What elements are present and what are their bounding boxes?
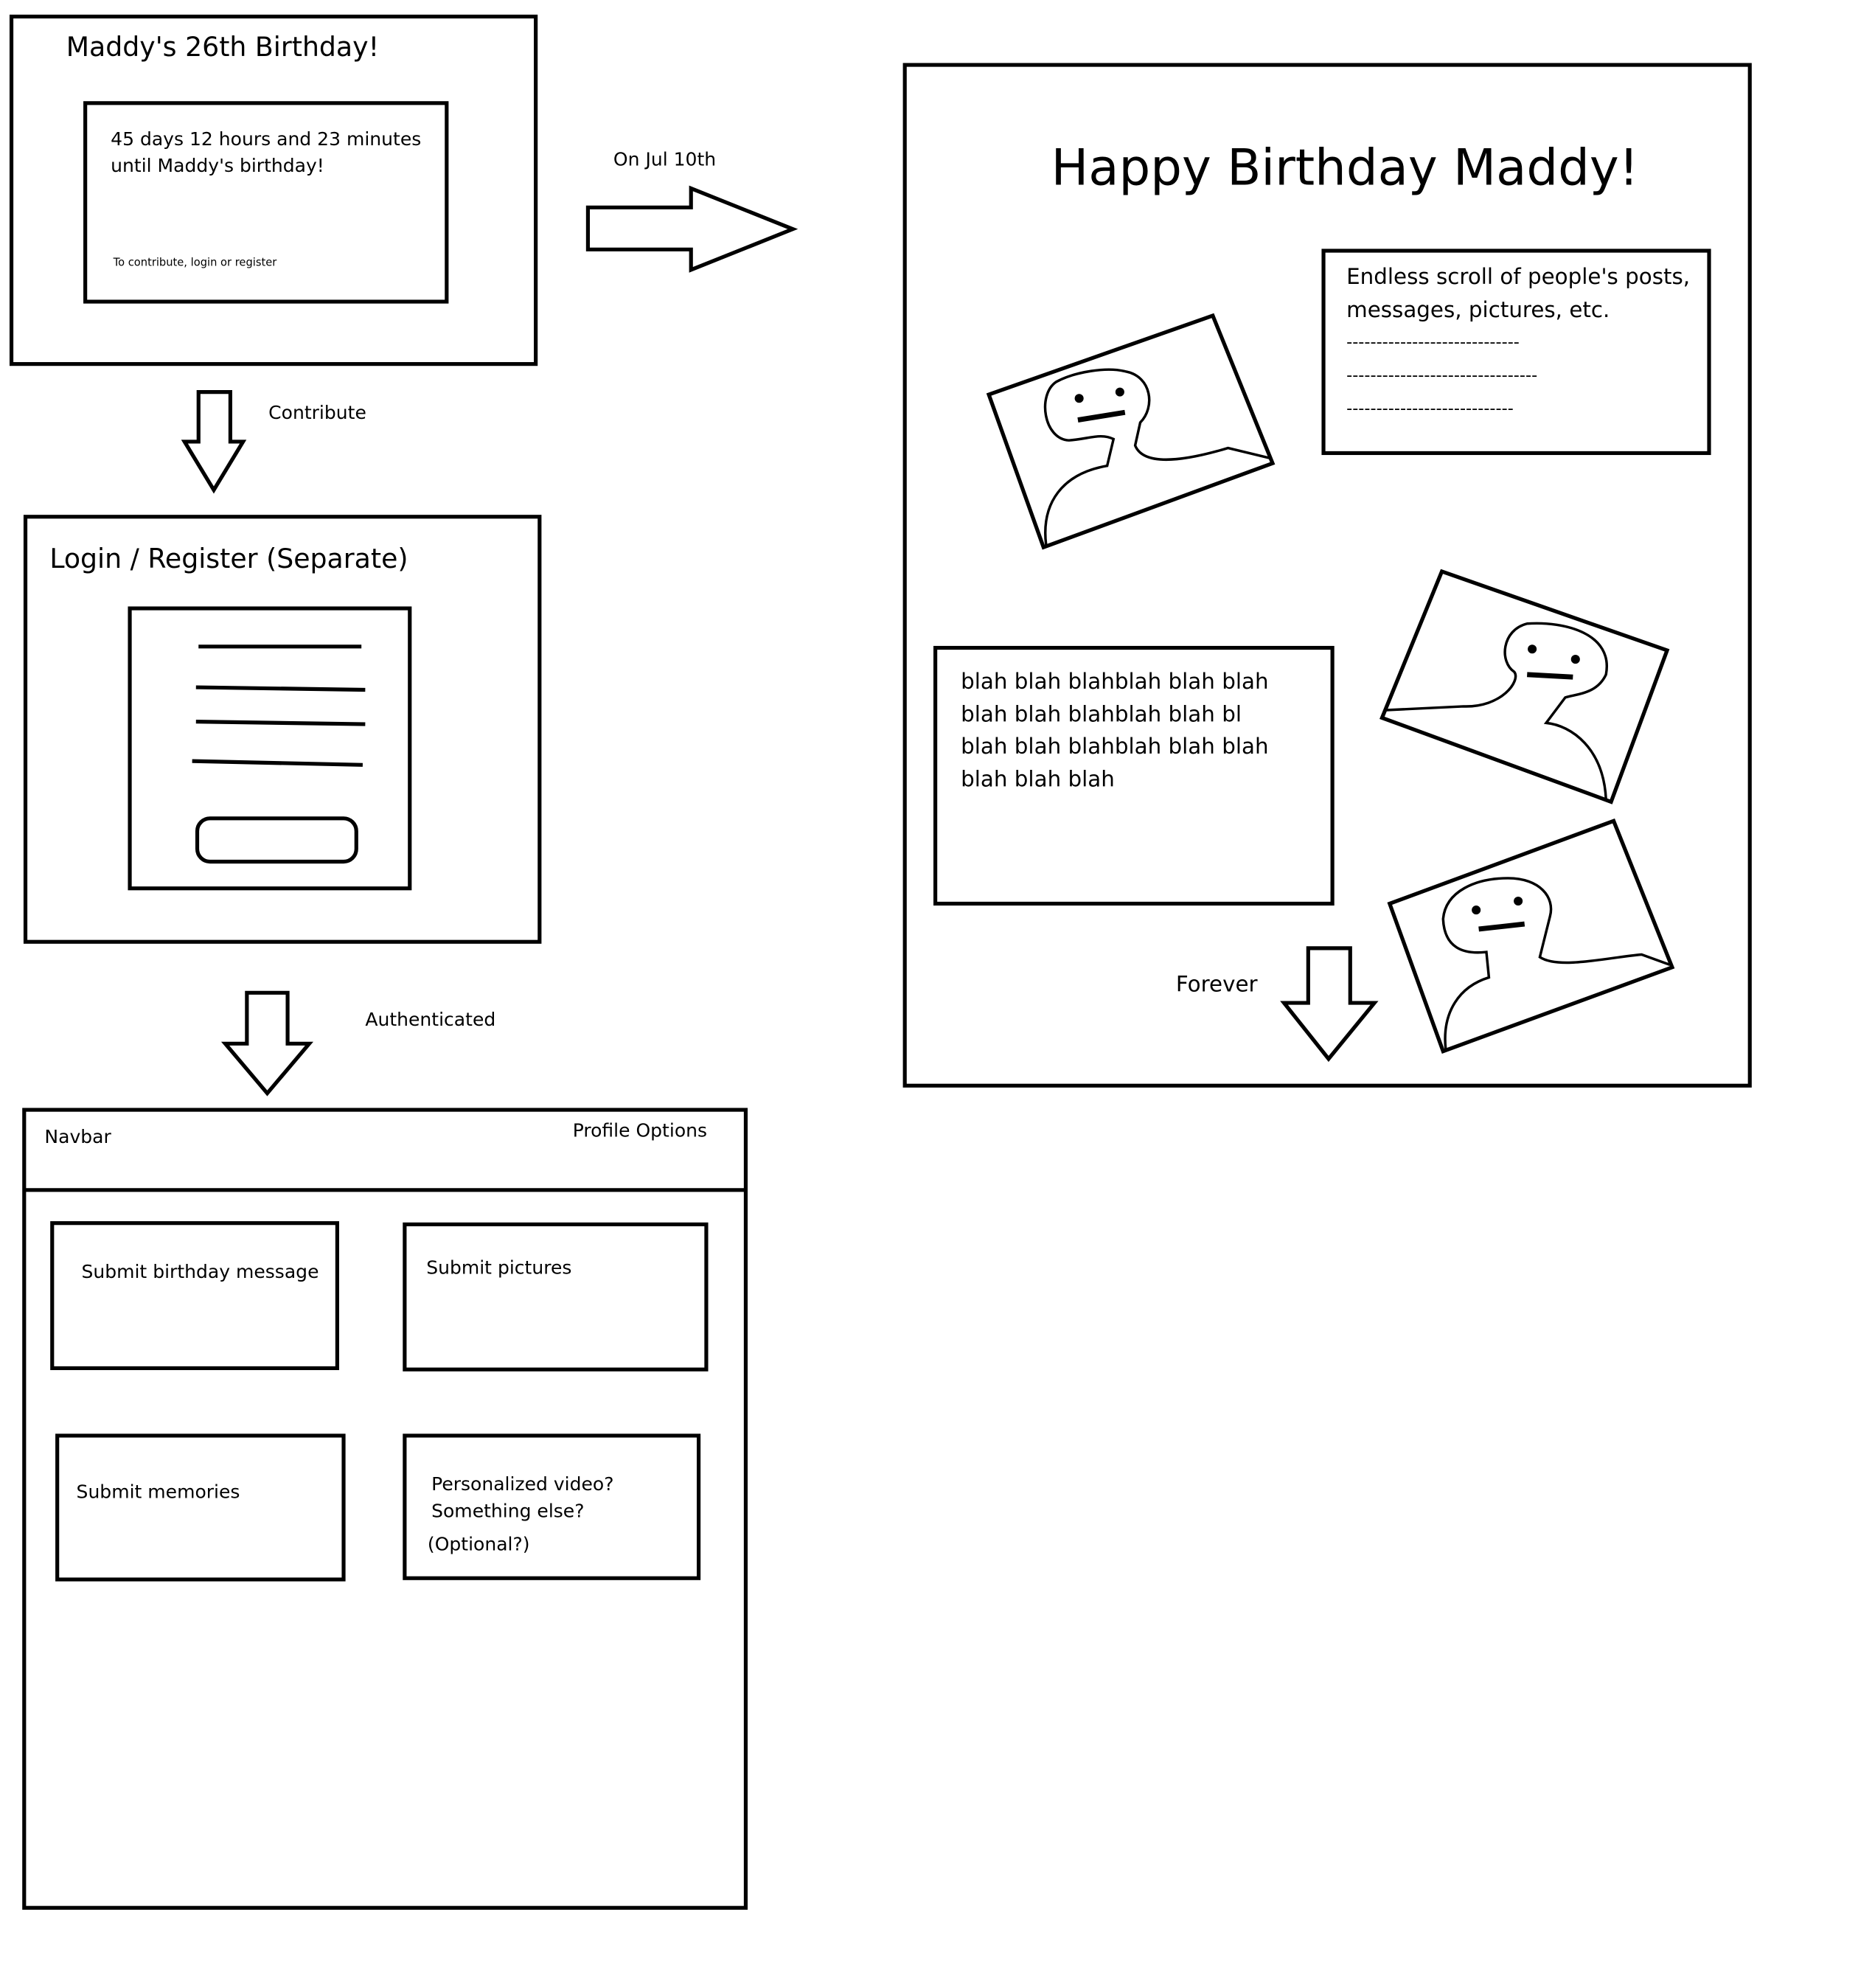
countdown-page-frame: [9, 14, 538, 366]
countdown-text: 45 days 12 hours and 23 minutes until Ma…: [111, 130, 422, 177]
birthday-page-title: Happy Birthday Maddy!: [1051, 139, 1639, 198]
birthday-page-frame: [902, 63, 1752, 1088]
form-submit-button: [195, 816, 358, 864]
navbar-label: Navbar: [44, 1127, 111, 1148]
down-arrow-icon: [220, 990, 314, 1096]
down-arrow-icon: [1280, 946, 1379, 1063]
feed-dash-line: --------------------------------: [1346, 366, 1538, 386]
contribute-label: Contribute: [268, 403, 366, 424]
profile-options-label: Profile Options: [572, 1121, 708, 1142]
card-label: Personalized video? Something else?: [431, 1475, 614, 1523]
blah-text: blah blah blahblah blah blah blah blah b…: [961, 669, 1269, 793]
card-label: Submit birthday message: [81, 1262, 319, 1283]
form-field-line: [195, 720, 366, 726]
card-pictures: [403, 1222, 709, 1372]
forever-label: Forever: [1175, 972, 1258, 998]
card-memories: [55, 1433, 346, 1582]
authenticated-label: Authenticated: [365, 1010, 496, 1032]
right-arrow-icon: [585, 185, 798, 273]
card-birthday-message: [50, 1221, 339, 1371]
card-label: Submit memories: [76, 1482, 240, 1504]
photo-placeholder-icon: [1387, 818, 1675, 1054]
form-field-line: [195, 685, 366, 692]
feed-dash-line: ----------------------------: [1346, 399, 1514, 419]
photo-placeholder-icon: [986, 313, 1276, 550]
wireframe-canvas: Maddy's 26th Birthday! 45 days 12 hours …: [0, 0, 1858, 1986]
form-field-line: [192, 759, 363, 767]
dashboard-frame: [22, 1108, 748, 1910]
feed-dash-line: -----------------------------: [1346, 333, 1520, 353]
optional-note: (Optional?): [427, 1535, 530, 1556]
login-form-box: [128, 606, 412, 891]
contribute-hint: To contribute, login or register: [113, 257, 277, 270]
login-page-frame: [23, 515, 542, 944]
countdown-page-title: Maddy's 26th Birthday!: [66, 32, 380, 63]
card-label: Submit pictures: [426, 1259, 572, 1279]
login-page-title: Login / Register (Separate): [49, 543, 408, 574]
feed-description: Endless scroll of people's posts, messag…: [1346, 265, 1691, 323]
date-transition-label: On Jul 10th: [613, 150, 717, 171]
photo-placeholder-icon: [1379, 569, 1670, 804]
down-arrow-icon: [181, 390, 247, 494]
